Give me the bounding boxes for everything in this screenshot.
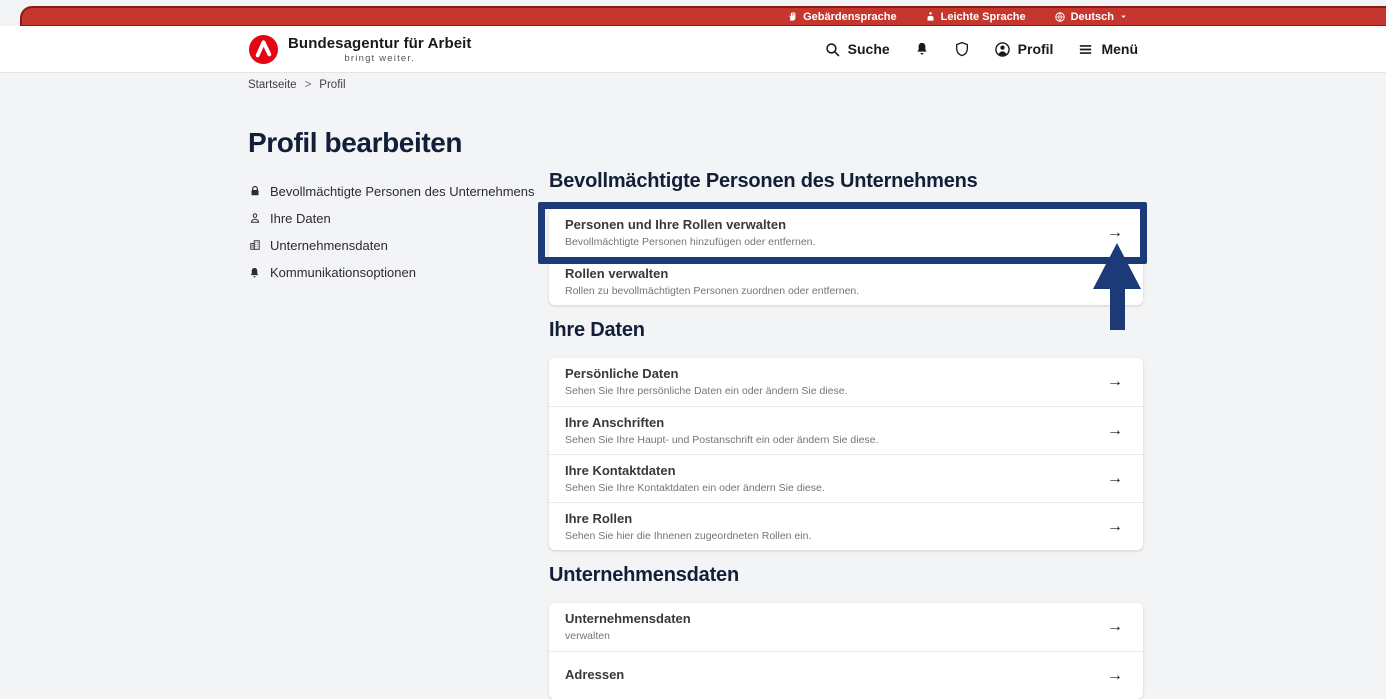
header-action-label: Suche: [848, 41, 890, 57]
content-section: Ihre Daten Persönliche Daten Sehen Sie Ihr…: [549, 319, 1143, 550]
card-row-link[interactable]: Rollen verwalten Rollen zu bevollmächtigt…: [549, 257, 1143, 305]
side-nav-item[interactable]: Bevollmächtigte Personen des Unternehmen…: [248, 184, 538, 199]
side-nav: Bevollmächtigte Personen des Unternehmen…: [248, 184, 538, 293]
arrow-right-icon: →: [1107, 273, 1123, 291]
header-actions: Suche Profil Menü: [824, 41, 1138, 58]
header-action-label: Profil: [1018, 41, 1054, 57]
section-heading: Ihre Daten: [549, 319, 1143, 342]
row-text: Ihre Kontaktdaten Sehen Sie Ihre Kontaktd…: [565, 463, 825, 495]
card-row-link[interactable]: Persönliche Daten Sehen Sie Ihre persönli…: [549, 358, 1143, 406]
row-subtitle: Sehen Sie Ihre persönliche Daten ein ode…: [565, 385, 848, 398]
content-section: Unternehmensdaten Unternehmensdaten verwal…: [549, 564, 1143, 699]
caret-down-icon: [1119, 12, 1128, 21]
row-title: Ihre Kontaktdaten: [565, 463, 825, 479]
breadcrumb-item-startseite[interactable]: Startseite: [248, 79, 297, 91]
top-bar-link-label: Deutsch: [1071, 11, 1114, 23]
arrow-right-icon: →: [1107, 470, 1123, 488]
section-card: Personen und Ihre Rollen verwalten Bevoll…: [549, 209, 1143, 305]
section-heading: Bevollmächtigte Personen des Unternehmen…: [549, 170, 1143, 193]
header-action-profile[interactable]: Profil: [994, 41, 1054, 58]
row-title: Unternehmensdaten: [565, 611, 691, 627]
side-nav-label: Unternehmensdaten: [270, 238, 388, 253]
row-text: Ihre Rollen Sehen Sie hier die Ihnenen zu…: [565, 511, 811, 543]
card-row-link[interactable]: Ihre Rollen Sehen Sie hier die Ihnenen zu…: [549, 502, 1143, 550]
logo-title: Bundesagentur für Arbeit: [288, 35, 472, 52]
breadcrumb: Startseite > Profil: [248, 79, 346, 91]
lock-icon: [248, 185, 261, 197]
arrow-right-icon: →: [1107, 618, 1123, 636]
shield-icon: [954, 41, 970, 57]
section-card: Persönliche Daten Sehen Sie Ihre persönli…: [549, 358, 1143, 550]
top-utility-bar: Gebärdensprache Leichte Sprache Deutsch: [20, 6, 1386, 26]
card-row-link[interactable]: Ihre Kontaktdaten Sehen Sie Ihre Kontaktd…: [549, 454, 1143, 502]
top-bar-link-label: Leichte Sprache: [941, 11, 1026, 23]
card-row-link[interactable]: Unternehmensdaten verwalten →: [549, 603, 1143, 651]
row-text: Persönliche Daten Sehen Sie Ihre persönli…: [565, 366, 848, 398]
row-title: Persönliche Daten: [565, 366, 848, 382]
row-title: Ihre Anschriften: [565, 415, 878, 431]
row-subtitle: Bevollmächtigte Personen hinzufügen oder…: [565, 236, 815, 249]
arrow-right-icon: →: [1107, 422, 1123, 440]
content-section: Bevollmächtigte Personen des Unternehmen…: [549, 170, 1143, 305]
easy-language-icon: [925, 11, 936, 22]
top-bar-link-label: Gebärdensprache: [803, 11, 897, 23]
side-nav-item[interactable]: Ihre Daten: [248, 211, 538, 226]
arrow-right-icon: →: [1107, 224, 1123, 242]
profile-icon: [994, 41, 1011, 58]
side-nav-label: Ihre Daten: [270, 211, 331, 226]
card-row-link[interactable]: Adressen →: [549, 651, 1143, 699]
card-row-link[interactable]: Ihre Anschriften Sehen Sie Ihre Haupt- un…: [549, 406, 1143, 454]
row-subtitle: Rollen zu bevollmächtigten Personen zuor…: [565, 285, 859, 298]
row-subtitle: Sehen Sie hier die Ihnenen zugeordneten …: [565, 530, 811, 543]
arrow-right-icon: →: [1107, 518, 1123, 536]
row-text: Unternehmensdaten verwalten: [565, 611, 691, 643]
row-title: Rollen verwalten: [565, 266, 859, 282]
top-bar-link-language[interactable]: Deutsch: [1054, 11, 1128, 23]
side-nav-item[interactable]: Kommunikationsoptionen: [248, 265, 538, 281]
main-sections: Bevollmächtigte Personen des Unternehmen…: [549, 170, 1143, 699]
card-row-link[interactable]: Personen und Ihre Rollen verwalten Bevoll…: [549, 209, 1143, 257]
left-column: Profil bearbeiten Bevollmächtigte Person…: [248, 126, 538, 293]
row-text: Personen und Ihre Rollen verwalten Bevoll…: [565, 217, 815, 249]
building-icon: [248, 239, 261, 251]
header-action-search[interactable]: Suche: [824, 41, 890, 58]
arrow-right-icon: →: [1107, 373, 1123, 391]
breadcrumb-item-profil: Profil: [319, 79, 345, 91]
top-bar-link-sign-language[interactable]: Gebärdensprache: [787, 11, 897, 23]
row-subtitle: verwalten: [565, 630, 691, 643]
row-text: Rollen verwalten Rollen zu bevollmächtigt…: [565, 266, 859, 298]
logo-subtitle: bringt weiter.: [344, 53, 415, 64]
header-action-privacy[interactable]: [954, 41, 970, 57]
section-card: Unternehmensdaten verwalten → Adressen →: [549, 603, 1143, 699]
globe-icon: [1054, 11, 1066, 23]
agency-logo[interactable]: Bundesagentur für Arbeit bringt weiter.: [248, 34, 472, 65]
row-title: Adressen: [565, 667, 624, 683]
side-nav-label: Bevollmächtigte Personen des Unternehmen…: [270, 184, 534, 199]
bell-icon: [248, 265, 261, 281]
bell-icon: [914, 41, 930, 57]
header-action-label: Menü: [1101, 41, 1138, 57]
row-title: Ihre Rollen: [565, 511, 811, 527]
sign-language-icon: [787, 11, 798, 22]
top-bar-link-easy-language[interactable]: Leichte Sprache: [925, 11, 1026, 23]
row-subtitle: Sehen Sie Ihre Haupt- und Postanschrift …: [565, 434, 878, 447]
side-nav-item[interactable]: Unternehmensdaten: [248, 238, 538, 253]
ba-logo-icon: [248, 34, 279, 65]
header-action-menu[interactable]: Menü: [1077, 41, 1138, 58]
row-subtitle: Sehen Sie Ihre Kontaktdaten ein oder änd…: [565, 482, 825, 495]
side-nav-label: Kommunikationsoptionen: [270, 265, 416, 280]
page-title: Profil bearbeiten: [248, 126, 538, 160]
section-heading: Unternehmensdaten: [549, 564, 1143, 587]
header-action-notifications[interactable]: [914, 41, 930, 57]
row-title: Personen und Ihre Rollen verwalten: [565, 217, 815, 233]
top-bar-links: Gebärdensprache Leichte Sprache Deutsch: [787, 11, 1128, 23]
arrow-right-icon: →: [1107, 667, 1123, 685]
search-icon: [824, 41, 841, 58]
menu-icon: [1077, 41, 1094, 58]
row-text: Adressen: [565, 667, 624, 683]
breadcrumb-separator: >: [305, 79, 312, 91]
person-icon: [248, 212, 261, 224]
site-header: Bundesagentur für Arbeit bringt weiter. …: [0, 26, 1386, 73]
row-text: Ihre Anschriften Sehen Sie Ihre Haupt- un…: [565, 415, 878, 447]
